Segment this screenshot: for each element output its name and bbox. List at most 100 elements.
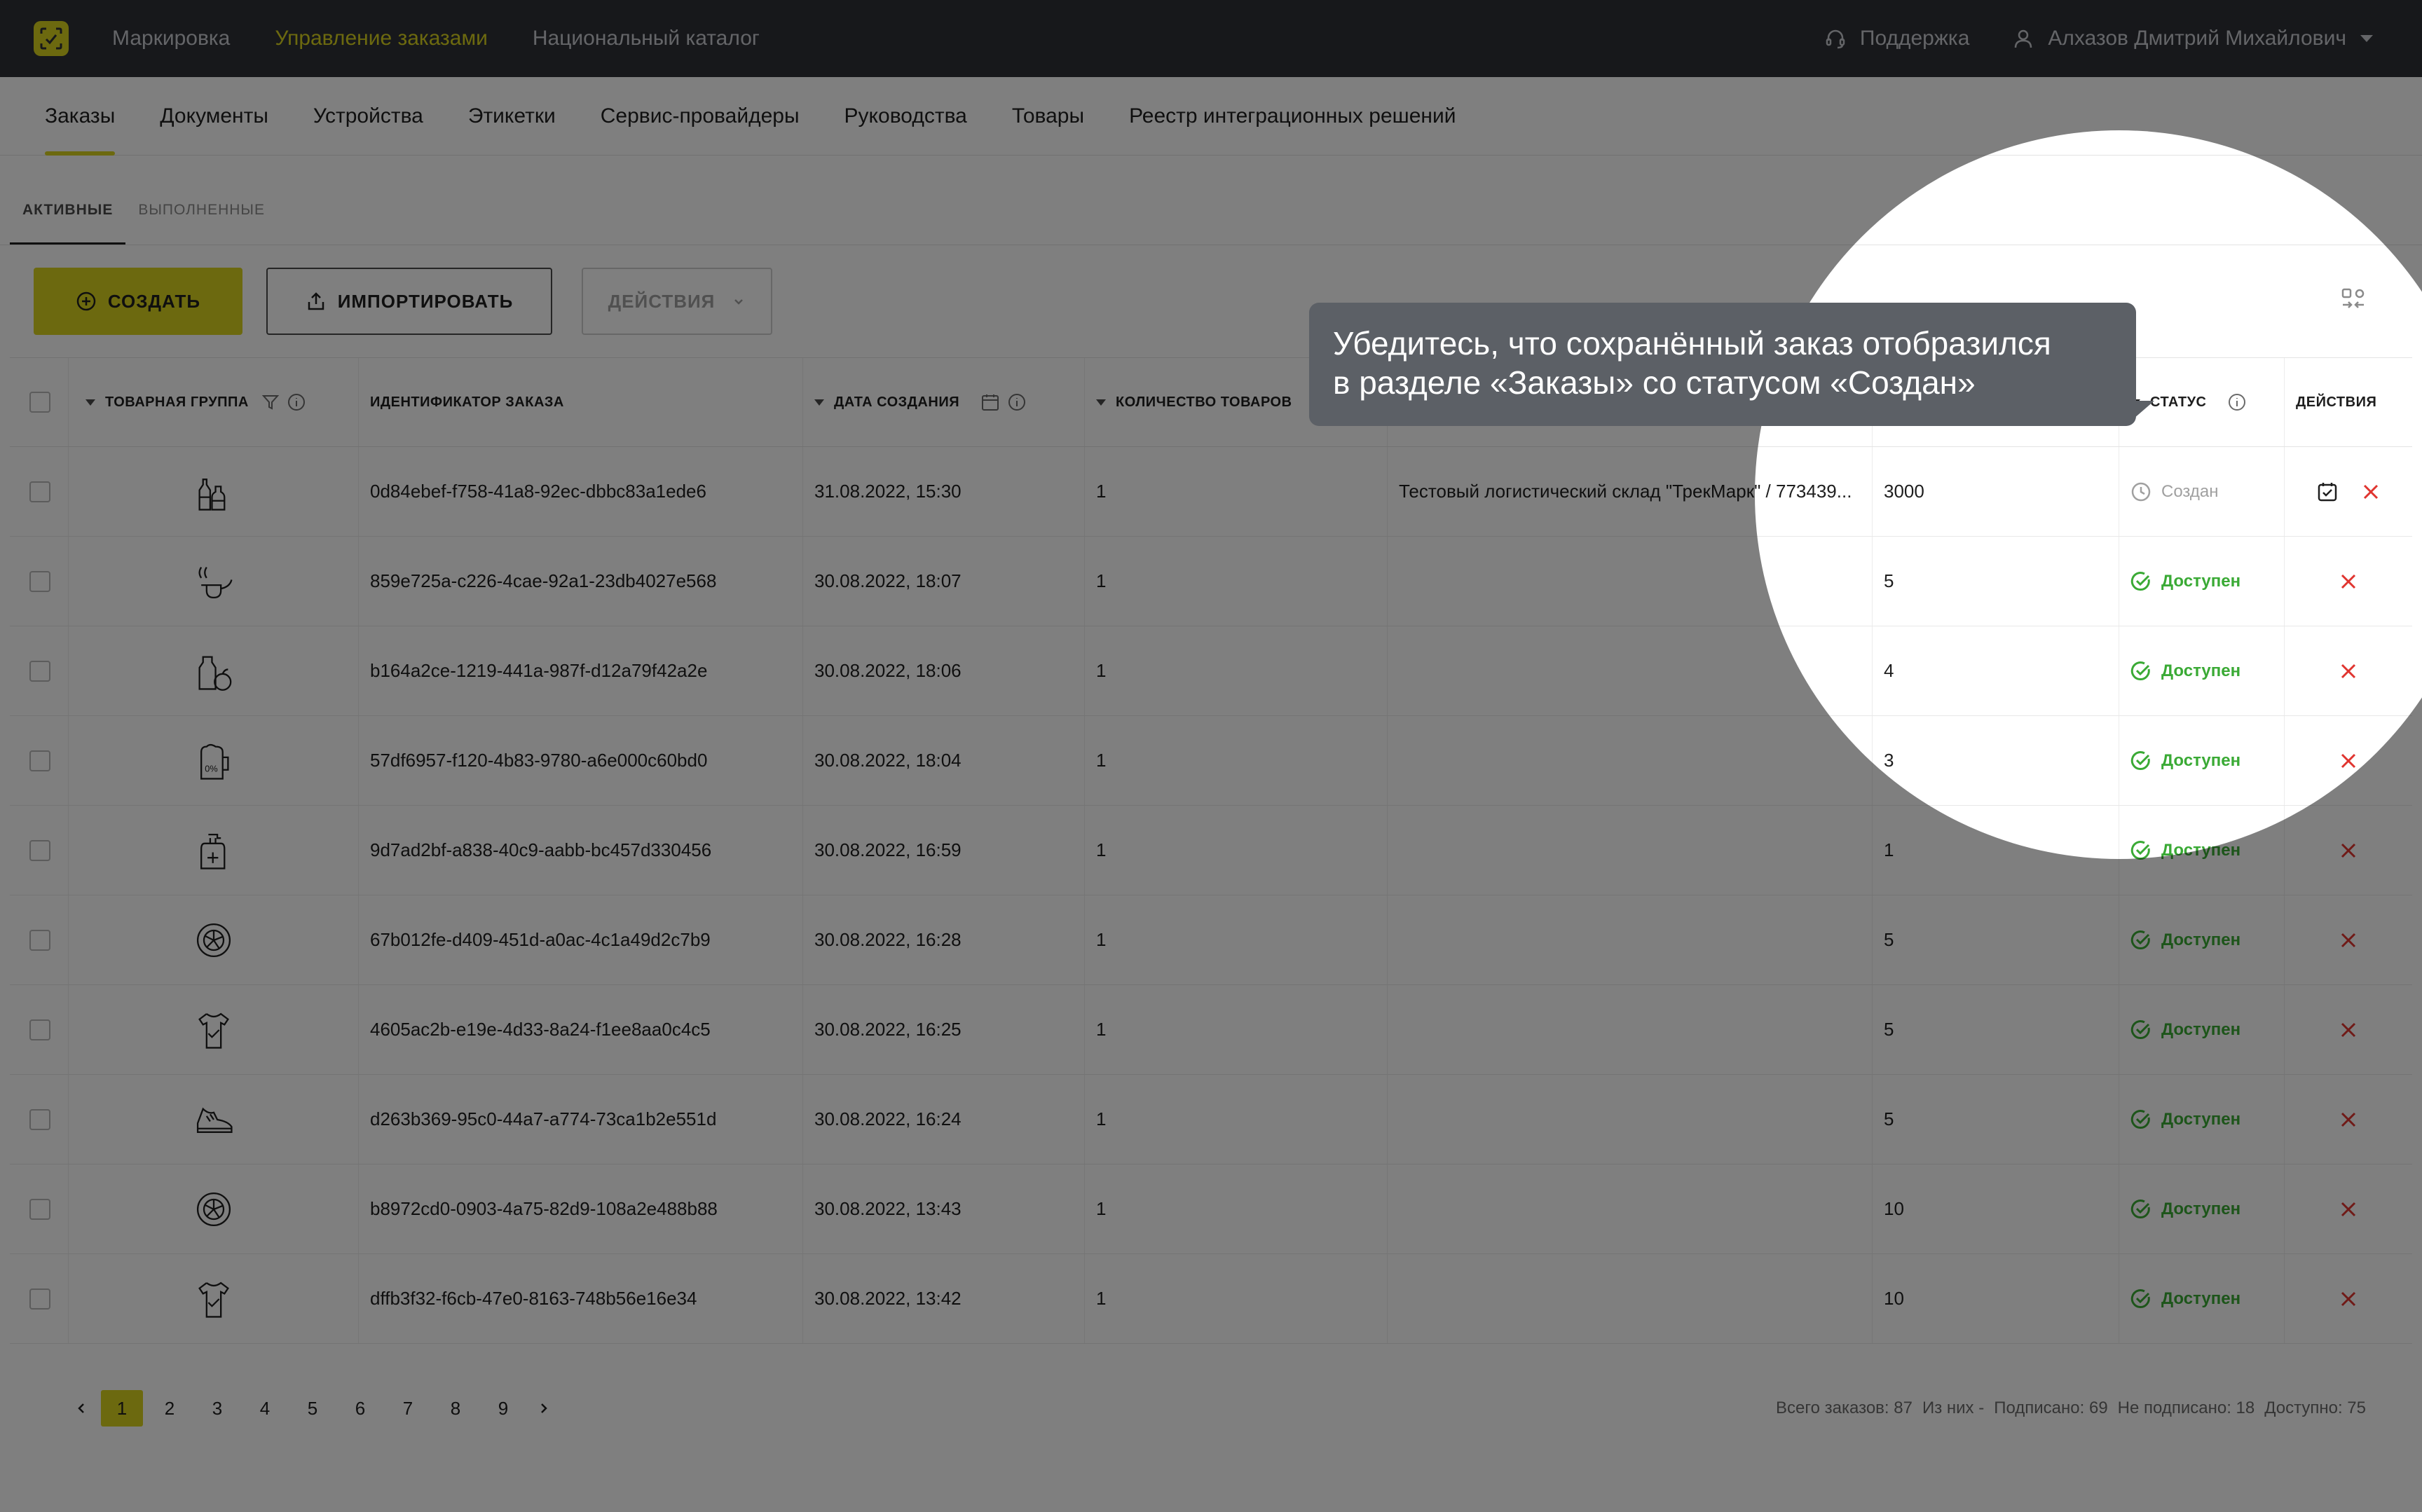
actions-dropdown[interactable]: ДЕЙСТВИЯ xyxy=(582,268,772,335)
create-button[interactable]: СОЗДАТЬ xyxy=(34,268,242,335)
tab-devices[interactable]: Устройства xyxy=(313,77,423,156)
order-id[interactable]: 67b012fe-d409-451d-a0ac-4c1a49d2c7b9 xyxy=(359,895,803,984)
order-id[interactable]: d263b369-95c0-44a7-a774-73ca1b2e551d xyxy=(359,1075,803,1164)
table-row[interactable]: 859e725a-c226-4cae-92a1-23db4027e568 30.0… xyxy=(10,537,2412,626)
table-row[interactable]: 0% 57df6957-f120-4b83-9780-a6e000c60bd0 30… xyxy=(10,716,2412,806)
order-id[interactable]: dffb3f32-f6cb-47e0-8163-748b56e16e34 xyxy=(359,1254,803,1343)
chevron-down-icon xyxy=(734,299,744,305)
delete-icon[interactable] xyxy=(2339,1020,2358,1040)
sign-document-icon[interactable] xyxy=(2316,481,2339,503)
logo-icon[interactable] xyxy=(34,21,69,56)
row-checkbox[interactable] xyxy=(29,1019,50,1040)
row-checkbox[interactable] xyxy=(29,750,50,771)
info-icon[interactable] xyxy=(1007,392,1027,412)
table-row[interactable]: 0d84ebef-f758-41a8-92ec-dbbc83a1ede6 31.0… xyxy=(10,447,2412,537)
status-label: Доступен xyxy=(2161,1199,2241,1218)
page-button-1[interactable]: 1 xyxy=(101,1390,143,1427)
tab-integration-registry[interactable]: Реестр интеграционных решений xyxy=(1129,77,1456,156)
tab-orders[interactable]: Заказы xyxy=(45,77,116,156)
created-date: 30.08.2022, 16:59 xyxy=(803,806,1085,895)
table-row[interactable]: 9d7ad2bf-a838-40c9-aabb-bc457d330456 30.0… xyxy=(10,806,2412,895)
column-settings-icon[interactable] xyxy=(2341,287,2366,312)
page-button-7[interactable]: 7 xyxy=(387,1390,429,1427)
select-all-checkbox[interactable] xyxy=(29,392,50,413)
status-badge: Доступен xyxy=(2130,1019,2240,1040)
order-id[interactable]: b8972cd0-0903-4a75-82d9-108a2e488b88 xyxy=(359,1164,803,1253)
tooltip-line-1: Убедитесь, что сохранённый заказ отобраз… xyxy=(1333,325,2051,362)
delete-icon[interactable] xyxy=(2339,841,2358,860)
table-row[interactable]: b8972cd0-0903-4a75-82d9-108a2e488b88 30.0… xyxy=(10,1164,2412,1254)
import-button[interactable]: ИМПОРТИРОВАТЬ xyxy=(266,268,552,335)
delete-icon[interactable] xyxy=(2339,930,2358,950)
delete-icon[interactable] xyxy=(2339,661,2358,681)
table-row[interactable]: dffb3f32-f6cb-47e0-8163-748b56e16e34 30.0… xyxy=(10,1254,2412,1344)
topnav-national-catalog[interactable]: Национальный каталог xyxy=(533,27,760,50)
page-button-4[interactable]: 4 xyxy=(244,1390,286,1427)
page-button-6[interactable]: 6 xyxy=(339,1390,381,1427)
user-menu[interactable]: Алхазов Дмитрий Михайлович xyxy=(2013,27,2373,50)
row-checkbox[interactable] xyxy=(29,481,50,502)
topnav-order-management[interactable]: Управление заказами xyxy=(275,27,488,50)
page-button-5[interactable]: 5 xyxy=(292,1390,334,1427)
prev-page-button[interactable] xyxy=(67,1390,95,1427)
page-button-9[interactable]: 9 xyxy=(482,1390,524,1427)
status-badge: Доступен xyxy=(2130,571,2240,592)
quantity: 1 xyxy=(1085,985,1388,1074)
header-product-group[interactable]: ТОВАРНАЯ ГРУППА xyxy=(69,358,359,446)
delete-icon[interactable] xyxy=(2339,751,2358,771)
support-link[interactable]: Поддержка xyxy=(1825,27,1969,50)
order-id[interactable]: 4605ac2b-e19e-4d33-8a24-f1ee8aa0c4c5 xyxy=(359,985,803,1074)
topnav-marking[interactable]: Маркировка xyxy=(112,27,230,50)
filter-icon[interactable] xyxy=(261,393,280,411)
sort-icon xyxy=(1096,399,1106,406)
page-button-2[interactable]: 2 xyxy=(149,1390,191,1427)
tab-service-providers[interactable]: Сервис-провайдеры xyxy=(601,77,800,156)
table-row[interactable]: d263b369-95c0-44a7-a774-73ca1b2e551d 30.0… xyxy=(10,1075,2412,1164)
row-checkbox[interactable] xyxy=(29,570,50,592)
tab-goods[interactable]: Товары xyxy=(1012,77,1084,156)
row-checkbox[interactable] xyxy=(29,929,50,951)
row-checkbox[interactable] xyxy=(29,1108,50,1130)
quantity: 1 xyxy=(1085,716,1388,805)
tab-labels[interactable]: Этикетки xyxy=(468,77,556,156)
header-order-id[interactable]: ИДЕНТИФИКАТОР ЗАКАЗА xyxy=(359,358,803,446)
delete-icon[interactable] xyxy=(2339,1200,2358,1219)
page-button-8[interactable]: 8 xyxy=(435,1390,477,1427)
codes-count: 5 xyxy=(1873,985,2119,1074)
delete-icon[interactable] xyxy=(2339,1110,2358,1129)
order-id[interactable]: 859e725a-c226-4cae-92a1-23db4027e568 xyxy=(359,537,803,626)
order-id[interactable]: 9d7ad2bf-a838-40c9-aabb-bc457d330456 xyxy=(359,806,803,895)
shirt-icon xyxy=(198,1012,229,1049)
table-row[interactable]: 4605ac2b-e19e-4d33-8a24-f1ee8aa0c4c5 30.0… xyxy=(10,985,2412,1075)
total-orders: Всего заказов: 87 xyxy=(1776,1398,1913,1417)
row-checkbox[interactable] xyxy=(29,660,50,682)
info-icon[interactable] xyxy=(287,392,306,412)
tab-completed-orders[interactable]: ВЫПОЛНЕННЫЕ xyxy=(125,184,278,245)
check-circle-icon xyxy=(2130,571,2150,591)
quantity: 1 xyxy=(1085,1075,1388,1164)
row-checkbox[interactable] xyxy=(29,1288,50,1310)
codes-count: 10 xyxy=(1873,1164,2119,1253)
order-id[interactable]: b164a2ce-1219-441a-987f-d12a79f42a2e xyxy=(359,626,803,715)
table-row[interactable]: 67b012fe-d409-451d-a0ac-4c1a49d2c7b9 30.0… xyxy=(10,895,2412,985)
quantity: 1 xyxy=(1085,1164,1388,1253)
tab-documents[interactable]: Документы xyxy=(160,77,268,156)
calendar-icon[interactable] xyxy=(980,392,1000,412)
table-row[interactable]: b164a2ce-1219-441a-987f-d12a79f42a2e 30.0… xyxy=(10,626,2412,716)
header-created-date[interactable]: ДАТА СОЗДАНИЯ xyxy=(803,358,1085,446)
delete-icon[interactable] xyxy=(2339,572,2358,591)
tab-manuals[interactable]: Руководства xyxy=(844,77,967,156)
row-checkbox[interactable] xyxy=(29,839,50,861)
delete-icon[interactable] xyxy=(2339,1289,2358,1309)
order-id[interactable]: 57df6957-f120-4b83-9780-a6e000c60bd0 xyxy=(359,716,803,805)
delete-icon[interactable] xyxy=(2361,482,2381,502)
row-checkbox[interactable] xyxy=(29,1198,50,1220)
info-icon[interactable] xyxy=(2227,392,2247,412)
quantity: 1 xyxy=(1085,806,1388,895)
tab-active-orders[interactable]: АКТИВНЫЕ xyxy=(10,184,126,245)
shirt-icon xyxy=(198,1281,229,1318)
page-button-3[interactable]: 3 xyxy=(196,1390,238,1427)
next-page-button[interactable] xyxy=(530,1390,558,1427)
created-date: 30.08.2022, 16:24 xyxy=(803,1075,1085,1164)
order-id[interactable]: 0d84ebef-f758-41a8-92ec-dbbc83a1ede6 xyxy=(359,447,803,536)
